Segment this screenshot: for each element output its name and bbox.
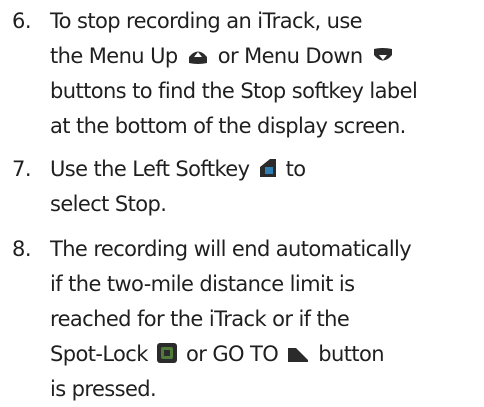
- step-text-fragment: Use the Left Softkey: [50, 157, 256, 181]
- step-text-fragment: or GO TO: [179, 342, 285, 366]
- step-text: The recording will end automatically if …: [50, 232, 480, 407]
- go-to-icon: [286, 340, 310, 375]
- step-line: select Stop.: [50, 192, 167, 216]
- step-line: Spot-Lock or GO TO button: [50, 337, 480, 372]
- step-line: the Menu Up or Menu Down: [50, 39, 480, 74]
- step-line: buttons to find the Stop softkey label: [50, 79, 418, 103]
- step-text-fragment: or Menu Down: [211, 44, 369, 68]
- step-text-fragment: to: [279, 157, 307, 181]
- step-line: reached for the iTrack or if the: [50, 307, 350, 331]
- step-line: if the two-mile distance limit is: [50, 272, 355, 296]
- menu-down-icon: [371, 42, 395, 77]
- menu-up-icon: [186, 42, 210, 77]
- step-text-fragment: Spot-Lock: [50, 342, 154, 366]
- step-text-fragment: the Menu Up: [50, 44, 184, 68]
- step-number: 7.: [12, 157, 32, 181]
- instruction-document: 6. To stop recording an iTrack, use the …: [0, 0, 484, 401]
- step-text-fragment: button: [312, 342, 384, 366]
- step-line: Use the Left Softkey to: [50, 152, 480, 187]
- step-line: is pressed.: [50, 377, 157, 401]
- step-text: Use the Left Softkey to select Stop.: [50, 152, 480, 222]
- step-line: at the bottom of the display screen.: [50, 114, 406, 138]
- step-line: The recording will end automatically: [50, 237, 412, 261]
- step-number: 6.: [12, 9, 32, 33]
- spot-lock-icon: [156, 340, 178, 375]
- left-softkey-icon: [258, 155, 278, 190]
- step-line: To stop recording an iTrack, use: [50, 9, 363, 33]
- step-text: To stop recording an iTrack, use the Men…: [50, 4, 480, 144]
- step-number: 8.: [12, 237, 32, 261]
